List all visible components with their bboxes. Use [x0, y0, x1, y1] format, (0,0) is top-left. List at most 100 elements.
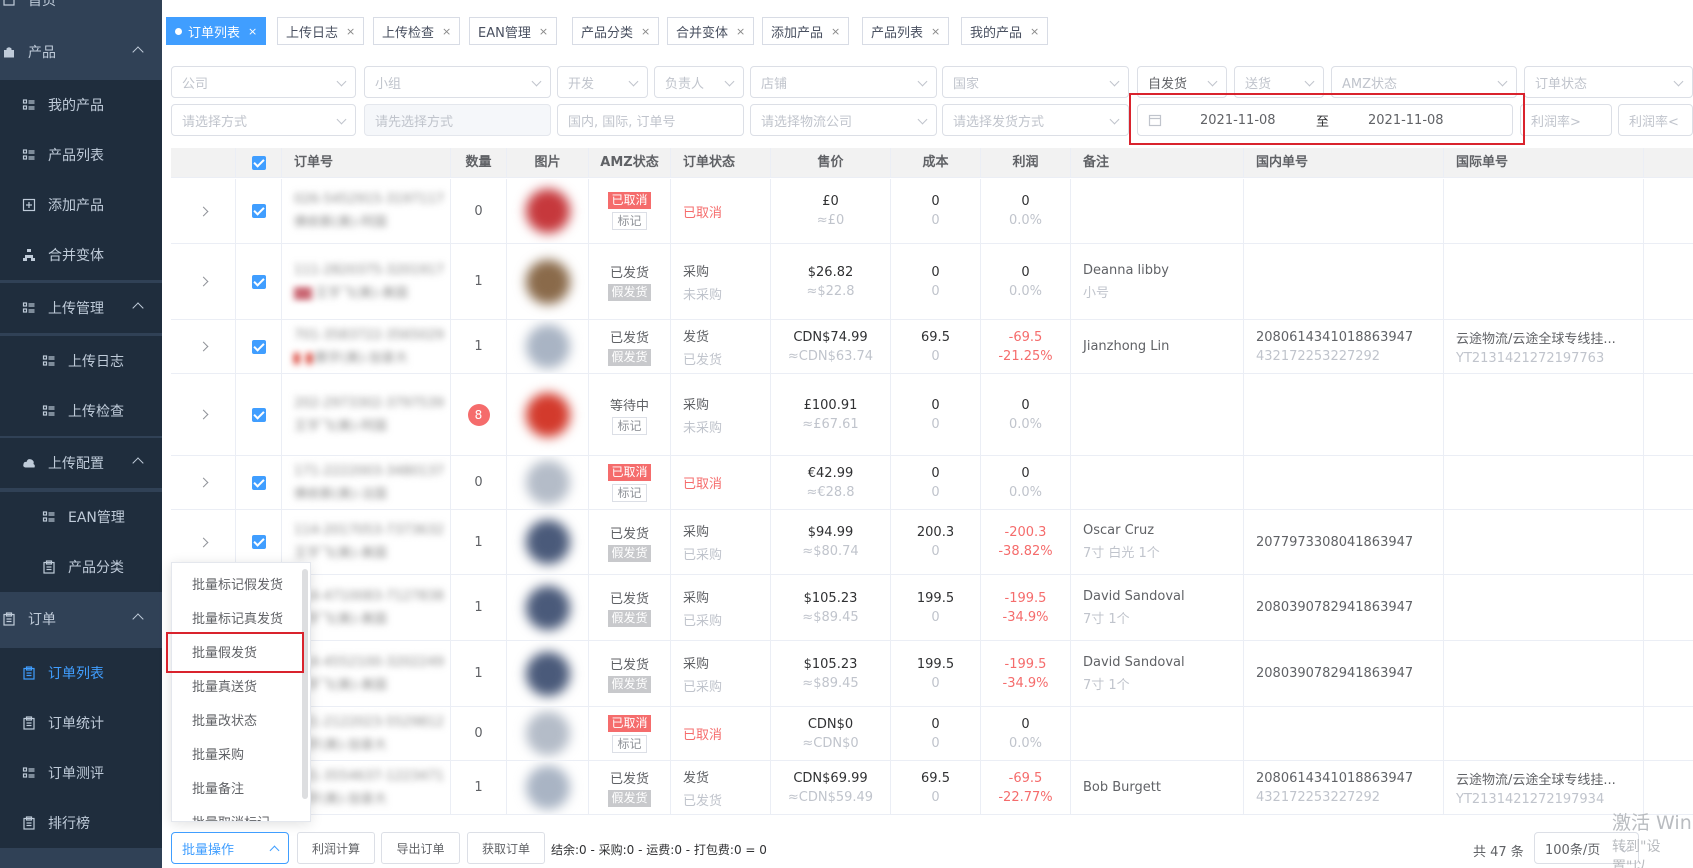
sidebar-item-product-category[interactable]: 产品分类: [0, 542, 162, 592]
chevron-right-icon[interactable]: [198, 537, 208, 547]
chevron-right-icon[interactable]: [198, 276, 208, 287]
method-select[interactable]: 请选择方式: [171, 104, 356, 136]
table-row[interactable]: 701-3554637-1223471 鹏宇(美)-加拿大 1 已发货 假发货 发货 已发货…: [171, 761, 1693, 815]
tab-0[interactable]: 订单列表 ×: [166, 17, 267, 45]
product-image[interactable]: [520, 646, 575, 701]
note-cell[interactable]: [1071, 707, 1244, 760]
select-all-checkbox[interactable]: [236, 148, 282, 178]
tab-6[interactable]: 添加产品 ×: [762, 17, 850, 45]
profit-rate-min-input[interactable]: 利润率>: [1520, 104, 1612, 136]
sidebar-item-home[interactable]: 首页: [0, 0, 162, 25]
sidebar-item-order-list[interactable]: 订单列表: [0, 648, 162, 698]
tab-1[interactable]: 上传日志 ×: [277, 17, 365, 45]
menu-item-batch-unmark[interactable]: 批量取消标记: [172, 807, 306, 821]
tab-8[interactable]: 我的产品 ×: [961, 17, 1049, 45]
menu-item-batch-note[interactable]: 批量备注: [172, 773, 306, 807]
sidebar-item-orders[interactable]: 订单: [0, 594, 162, 644]
product-image[interactable]: [520, 707, 575, 760]
order-number-input[interactable]: 国内, 国际, 订单号: [557, 104, 744, 136]
note-cell[interactable]: [1071, 456, 1244, 509]
intl-carrier[interactable]: 云途物流/云途全球专线挂...: [1456, 328, 1643, 347]
sidebar-item-upload-management[interactable]: 上传管理: [0, 283, 162, 333]
row-checkbox[interactable]: [251, 535, 266, 549]
row-checkbox[interactable]: [251, 274, 266, 289]
tab-2[interactable]: 上传检查 ×: [373, 17, 461, 45]
row-checkbox[interactable]: [251, 204, 266, 218]
order-number[interactable]: 171-2222003-3480137: [294, 464, 450, 479]
row-checkbox[interactable]: [251, 407, 266, 422]
mark-tag[interactable]: 假发货: [608, 349, 651, 366]
order-number[interactable]: 202-2973302-3797539: [294, 396, 450, 411]
mark-tag[interactable]: 假发货: [608, 790, 651, 807]
profit-calc-button[interactable]: 利润计算: [297, 832, 375, 864]
sidebar-item-ean-management[interactable]: EAN管理: [0, 492, 162, 542]
sidebar-item-ranking[interactable]: 排行榜: [0, 798, 162, 848]
menu-item-batch-change-status[interactable]: 批量改状态: [172, 705, 306, 739]
owner-select[interactable]: 负责人: [654, 66, 744, 98]
mark-tag[interactable]: 标记: [612, 734, 647, 753]
sidebar-item-product-list[interactable]: 产品列表: [0, 130, 162, 180]
mark-tag[interactable]: 假发货: [608, 676, 651, 693]
table-row[interactable]: 026-5452915-3197117 佛依斯(美)-阿国 0 已取消 标记 已取消 £0 ≈…: [171, 179, 1693, 244]
sidebar-item-products[interactable]: 产品: [0, 27, 162, 77]
shop-select[interactable]: 店铺: [750, 66, 937, 98]
domestic-tracking[interactable]: 2077973308041863947: [1256, 535, 1443, 550]
row-checkbox[interactable]: [251, 339, 266, 354]
intl-carrier[interactable]: 云途物流/云途全球专线挂...: [1456, 769, 1643, 788]
product-image[interactable]: [520, 184, 575, 238]
domestic-tracking[interactable]: 2080390782941863947: [1256, 666, 1443, 681]
close-icon[interactable]: ×: [248, 25, 257, 38]
chevron-right-icon[interactable]: [198, 477, 208, 488]
menu-item-batch-mark-fake-ship[interactable]: 批量标记假发货: [172, 569, 306, 603]
tab-7[interactable]: 产品列表 ×: [862, 17, 950, 45]
note-cell[interactable]: Bob Burgett: [1071, 761, 1244, 814]
sidebar-item-upload-config[interactable]: 上传配置: [0, 438, 162, 488]
group-select[interactable]: 小组: [364, 66, 551, 98]
tab-5[interactable]: 合并变体 ×: [667, 17, 755, 45]
close-icon[interactable]: ×: [539, 25, 548, 38]
note-cell[interactable]: Jianzhong Lin: [1071, 320, 1244, 373]
sidebar-item-upload-check[interactable]: 上传检查: [0, 386, 162, 436]
note-cell[interactable]: David Sandoval 7寸 1个: [1071, 641, 1244, 706]
sidebar-item-order-review[interactable]: 订单测评: [0, 748, 162, 798]
order-number[interactable]: 114-4552100-3202249: [294, 655, 450, 670]
order-number[interactable]: 114-4710083-7127838: [294, 589, 450, 604]
export-orders-button[interactable]: 导出订单: [381, 832, 460, 864]
profit-rate-max-input[interactable]: 利润率<: [1618, 104, 1693, 136]
product-image[interactable]: [520, 254, 575, 309]
chevron-right-icon[interactable]: [198, 341, 208, 352]
domestic-tracking[interactable]: 2080390782941863947: [1256, 600, 1443, 615]
mark-tag[interactable]: 假发货: [608, 544, 651, 562]
note-cell[interactable]: David Sandoval 7寸 1个: [1071, 575, 1244, 640]
product-image[interactable]: [520, 320, 575, 373]
order-number[interactable]: 701-3583722-3565029: [294, 328, 450, 343]
mark-tag[interactable]: 标记: [612, 212, 647, 230]
chevron-right-icon[interactable]: [198, 409, 208, 420]
tab-3[interactable]: EAN管理 ×: [469, 17, 558, 45]
country-select[interactable]: 国家: [942, 66, 1129, 98]
table-row[interactable]: 114-2017053-7373632 王宇飞(美)-美国 1 已发货 假发货 采购 已采购…: [171, 510, 1693, 575]
logistics-select[interactable]: 请选择物流公司: [750, 104, 937, 136]
batch-operation-select[interactable]: 批量操作: [171, 832, 289, 864]
table-row[interactable]: 114-4552100-3202249 王宇飞(美)-美国 1 已发货 假发货 采购 已采购…: [171, 641, 1693, 707]
sidebar-item-my-products[interactable]: 我的产品: [0, 80, 162, 130]
sidebar-item-merge-variants[interactable]: 合并变体: [0, 230, 162, 280]
order-number[interactable]: 114-2017053-7373632: [294, 523, 450, 538]
sidebar-item-upload-log[interactable]: 上传日志: [0, 336, 162, 386]
method-sub-select[interactable]: 请先选择方式: [364, 104, 551, 136]
sidebar-item-order-stats[interactable]: 订单统计: [0, 698, 162, 748]
product-image[interactable]: [520, 761, 575, 814]
company-select[interactable]: 公司: [171, 66, 356, 98]
fetch-orders-button[interactable]: 获取订单: [467, 832, 545, 864]
close-icon[interactable]: ×: [931, 25, 940, 38]
menu-scrollbar[interactable]: [302, 569, 308, 799]
menu-item-batch-real-delivery[interactable]: 批量真送货: [172, 671, 306, 705]
table-row[interactable]: 701-2122023-5529812 鹏宇(美)-加拿大 0 已取消 标记 已取消 CDN…: [171, 707, 1693, 761]
product-image[interactable]: [520, 580, 575, 635]
table-row[interactable]: 701-3583722-3565029 鹏宇(美)-加拿大 1 已发货 假发货 发货 已发货…: [171, 320, 1693, 374]
order-number[interactable]: 701-2122023-5529812: [294, 715, 450, 730]
mark-tag[interactable]: 假发货: [608, 284, 651, 301]
table-row[interactable]: 202-2973302-3797539 王宇飞(美)-阿国 8 等待中 标记 采购 未采购 £…: [171, 374, 1693, 456]
close-icon[interactable]: ×: [1030, 25, 1039, 38]
menu-item-batch-purchase[interactable]: 批量采购: [172, 739, 306, 773]
